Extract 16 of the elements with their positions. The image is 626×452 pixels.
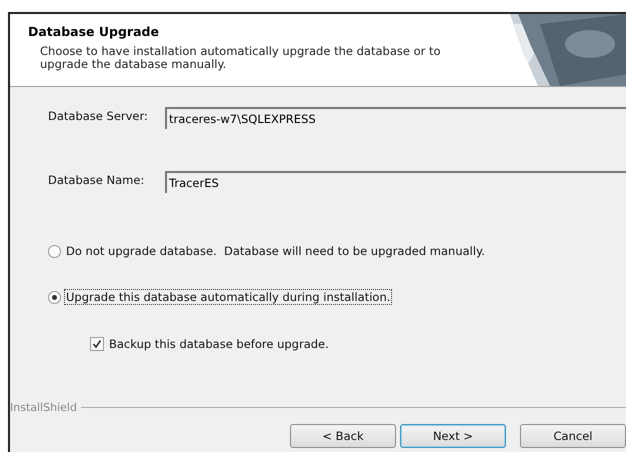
dialog-title: Database Upgrade (28, 24, 160, 39)
input-field[interactable]: traceres-w7\SQLEXPRESS (165, 107, 626, 129)
radio-button[interactable] (48, 290, 61, 304)
radio-button[interactable] (48, 244, 61, 258)
input-field[interactable]: TracerES (165, 171, 626, 193)
dialog-button[interactable]: Next > (400, 424, 506, 448)
installer-brand: InstallShield (10, 401, 77, 414)
dialog-button[interactable]: Cancel (520, 424, 626, 448)
dialog-button[interactable]: < Back (290, 424, 396, 448)
radio-label[interactable]: Do not upgrade database. Database will need to be upgraded manually. (64, 243, 487, 259)
field-label: Database Name: (48, 172, 146, 187)
field-label: Database Server: (48, 108, 149, 123)
checkbox-label[interactable]: Backup this database before upgrade. (107, 336, 331, 352)
radio-label[interactable]: Upgrade this database automatically during installation. (64, 289, 392, 305)
checkbox[interactable] (90, 337, 104, 351)
dialog-description: Choose to have installation automatically upgrade the database or to upgrade the database manually. (39, 45, 442, 71)
